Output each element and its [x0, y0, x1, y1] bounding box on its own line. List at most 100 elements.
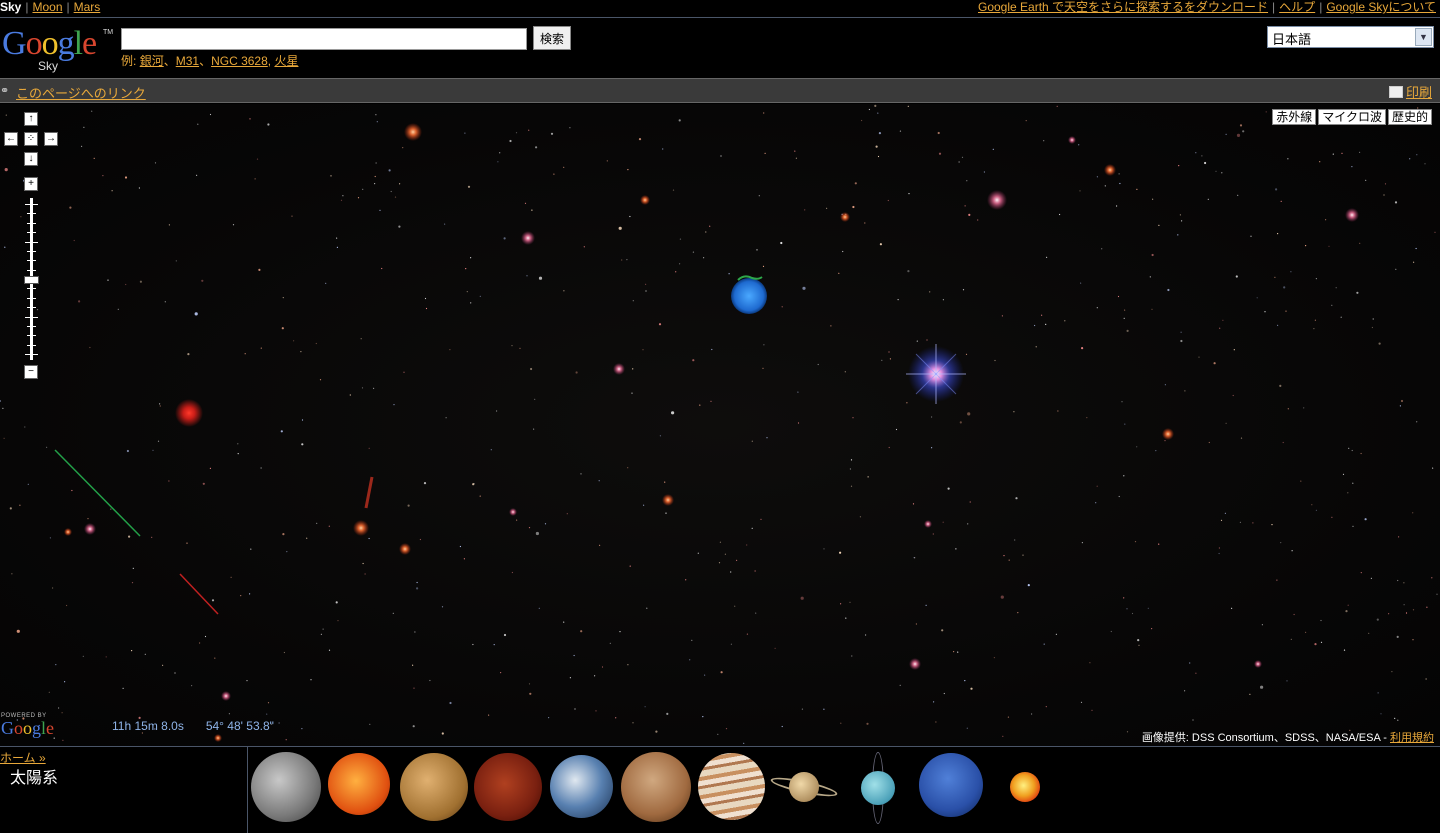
- background-star: [186, 542, 188, 544]
- background-star: [1242, 130, 1245, 133]
- layer-infrared-button[interactable]: 赤外線: [1272, 109, 1317, 125]
- pluto-thumbnail[interactable]: [1010, 772, 1040, 802]
- example-link-galaxy[interactable]: 銀河: [140, 54, 164, 68]
- neptune-thumbnail[interactable]: [919, 753, 983, 817]
- background-star: [1416, 154, 1418, 156]
- earth-thumbnail[interactable]: [550, 755, 613, 818]
- pan-down-button[interactable]: ↓: [24, 152, 38, 166]
- background-star: [1265, 111, 1267, 113]
- background-star: [1398, 536, 1400, 538]
- background-star: [1043, 140, 1045, 142]
- background-star: [1351, 166, 1353, 168]
- help-link[interactable]: ヘルプ: [1279, 0, 1315, 14]
- background-star: [117, 308, 119, 310]
- moon-thumbnail[interactable]: [251, 752, 321, 822]
- background-star: [1045, 323, 1047, 325]
- zoom-tick: [27, 222, 36, 224]
- language-select[interactable]: 日本語 ▼: [1267, 26, 1434, 48]
- background-star: [725, 728, 728, 730]
- example-link-ngc3628[interactable]: NGC 3628: [211, 54, 268, 68]
- google-sky-logo[interactable]: Google Sky TM: [2, 27, 114, 74]
- background-star: [710, 400, 712, 402]
- background-star: [11, 573, 13, 575]
- terms-link[interactable]: 利用規約: [1390, 732, 1434, 744]
- background-star: [1341, 152, 1343, 154]
- background-star: [1432, 467, 1434, 469]
- search-button[interactable]: 検索: [533, 26, 571, 50]
- background-star: [575, 371, 578, 374]
- background-star: [1178, 165, 1180, 167]
- example-link-m31[interactable]: M31: [176, 54, 199, 68]
- background-star: [102, 175, 104, 177]
- background-star: [1352, 525, 1354, 527]
- nav-moon-link[interactable]: Moon: [32, 0, 62, 14]
- background-star: [1424, 163, 1426, 165]
- mars-thumbnail[interactable]: [621, 752, 691, 822]
- background-star: [718, 562, 721, 564]
- background-star: [425, 307, 428, 310]
- nav-mars-link[interactable]: Mars: [74, 0, 101, 14]
- example-link-mars[interactable]: 火星: [274, 54, 298, 68]
- sky-map[interactable]: 赤外線 マイクロ波 歴史的 ↑ ← ⁘ → ↓ + − POWERED BY G…: [0, 104, 1440, 746]
- star: [1254, 660, 1262, 668]
- background-star: [267, 702, 270, 704]
- jupiter-thumbnail[interactable]: [698, 753, 765, 820]
- zoom-in-button[interactable]: +: [24, 177, 38, 191]
- permalink-link[interactable]: このページへのリンク: [16, 83, 146, 102]
- download-earth-link[interactable]: Google Earth で天空をさらに探索するをダウンロード: [978, 0, 1268, 14]
- background-star: [1239, 521, 1241, 523]
- about-sky-link[interactable]: Google Skyについて: [1326, 0, 1436, 14]
- background-star: [390, 190, 392, 193]
- pan-center-button[interactable]: ⁘: [24, 132, 38, 146]
- background-star: [1394, 201, 1398, 204]
- background-star: [528, 683, 531, 685]
- saturn-thumbnail[interactable]: [769, 769, 839, 805]
- layer-microwave-button[interactable]: マイクロ波: [1318, 109, 1386, 125]
- background-star: [105, 656, 107, 658]
- pan-right-button[interactable]: →: [44, 132, 58, 146]
- background-star: [1056, 105, 1058, 107]
- venus-thumbnail[interactable]: [474, 753, 542, 821]
- print-link[interactable]: 印刷: [1406, 85, 1432, 100]
- search-input[interactable]: [121, 28, 527, 50]
- mercury-thumbnail[interactable]: [400, 753, 468, 821]
- background-star: [429, 679, 431, 682]
- background-star: [1413, 261, 1415, 263]
- pan-up-button[interactable]: ↑: [24, 112, 38, 126]
- background-star: [861, 119, 863, 122]
- background-star: [174, 672, 176, 674]
- background-star: [1287, 408, 1289, 410]
- background-star: [1045, 706, 1047, 708]
- background-star: [1126, 608, 1128, 610]
- background-star: [398, 225, 401, 228]
- sun-thumbnail[interactable]: [328, 753, 390, 815]
- zoom-slider-thumb[interactable]: [24, 276, 39, 284]
- background-star: [1412, 639, 1414, 641]
- zoom-tick: [27, 335, 36, 337]
- printer-icon: [1388, 86, 1403, 98]
- background-star: [823, 708, 825, 710]
- background-star: [424, 297, 427, 300]
- background-star: [1399, 405, 1401, 407]
- background-star: [1233, 349, 1235, 351]
- background-star: [1325, 219, 1327, 221]
- background-star: [728, 273, 730, 275]
- background-star: [531, 209, 533, 211]
- pan-left-button[interactable]: ←: [4, 132, 18, 146]
- background-star: [1096, 176, 1098, 178]
- zoom-out-button[interactable]: −: [24, 365, 38, 379]
- background-star: [1001, 315, 1004, 317]
- background-star: [499, 152, 501, 154]
- print-control[interactable]: 印刷: [1388, 82, 1432, 101]
- background-star: [360, 338, 362, 340]
- background-star: [36, 309, 39, 311]
- background-star: [1276, 579, 1278, 581]
- background-star: [851, 655, 853, 657]
- background-star: [802, 286, 806, 290]
- chevron-down-icon[interactable]: ▼: [1415, 28, 1432, 46]
- layer-historical-button[interactable]: 歴史的: [1387, 109, 1432, 125]
- background-star: [638, 138, 642, 141]
- background-star: [1305, 245, 1307, 247]
- uranus-thumbnail[interactable]: [858, 752, 898, 824]
- background-star: [470, 257, 472, 259]
